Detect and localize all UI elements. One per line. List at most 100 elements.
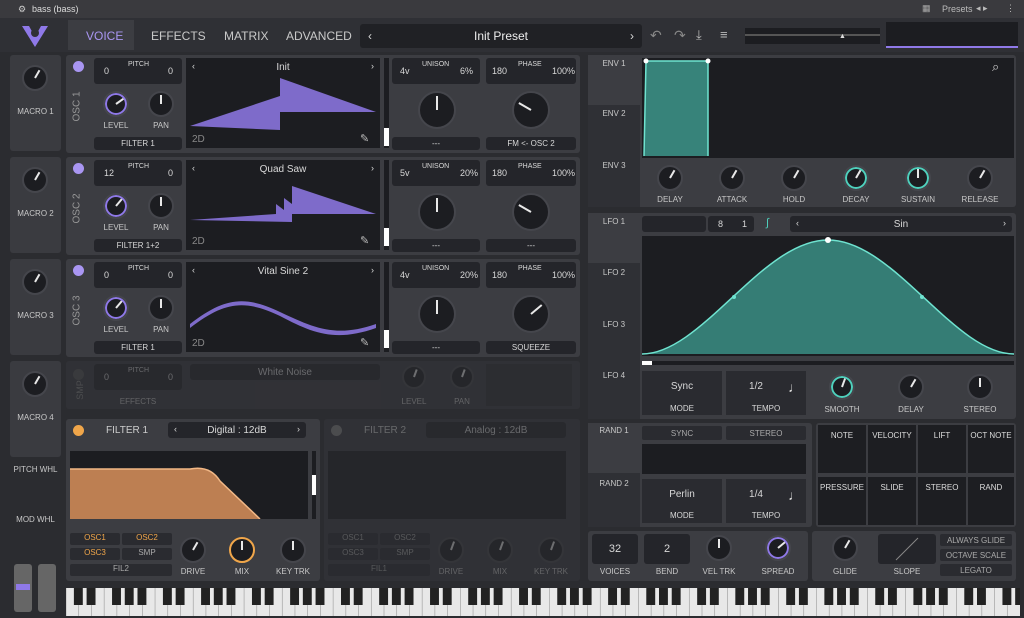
osc-2-route[interactable]: FILTER 1+2	[94, 239, 182, 252]
grid-icon[interactable]: ▦	[922, 3, 931, 14]
env-attack-knob[interactable]	[719, 165, 745, 191]
glide-knob[interactable]	[832, 535, 858, 561]
macro-3-knob[interactable]	[22, 269, 48, 295]
osc-2-toggle[interactable]	[73, 163, 84, 174]
filter-1-keytrk-knob[interactable]	[280, 537, 306, 563]
filter-1-scrollbar[interactable]	[312, 451, 316, 519]
lfo-grid-select[interactable]: 81	[708, 216, 754, 232]
preset-next-icon[interactable]: ›	[630, 29, 634, 43]
mod-wheel[interactable]	[38, 564, 56, 612]
osc-2-unison-select[interactable]: ---	[392, 239, 480, 252]
osc-2-level-knob[interactable]	[103, 193, 129, 219]
osc-3-wt-scroll[interactable]	[384, 262, 389, 352]
tab-lfo-3[interactable]: LFO 3	[588, 320, 640, 329]
save-icon[interactable]: ⤓	[696, 27, 702, 43]
osc-1-toggle[interactable]	[73, 61, 84, 72]
vel-trk-knob[interactable]	[706, 535, 732, 561]
rand-sync-button[interactable]: SYNC	[642, 426, 722, 440]
osc-2-phase-knob[interactable]	[512, 193, 550, 231]
filter-1-graph[interactable]	[70, 451, 308, 520]
osc-1-level-knob[interactable]	[103, 91, 129, 117]
keyboard[interactable]	[65, 588, 1024, 616]
tab-env-3[interactable]: ENV 3	[588, 161, 640, 170]
spread-knob[interactable]	[765, 535, 791, 561]
osc-1-pan-knob[interactable]	[148, 91, 174, 117]
osc-3-unison-select[interactable]: ---	[392, 341, 480, 354]
menu-icon[interactable]: ≡	[720, 27, 728, 42]
filter-1-type-select[interactable]: ‹ Digital : 12dB ›	[168, 422, 306, 438]
osc-1-route[interactable]: FILTER 1	[94, 137, 182, 150]
slope-graph[interactable]	[878, 534, 936, 564]
rand-stereo-button[interactable]: STEREO	[726, 426, 806, 440]
env-hold-knob[interactable]	[781, 165, 807, 191]
filter-2-graph[interactable]	[328, 451, 566, 519]
tab-rand-1[interactable]: RAND 1	[588, 426, 640, 435]
filter-1-fil2[interactable]: FIL2	[70, 564, 172, 576]
osc-3-phase-select[interactable]: SQUEEZE	[486, 341, 576, 354]
osc-2-wt-scroll[interactable]	[384, 160, 389, 250]
osc-1-unison-knob[interactable]	[418, 91, 456, 129]
pitch-wheel[interactable]	[14, 564, 32, 612]
osc-1-wavetable[interactable]: ‹ Init › 2D ✎	[186, 58, 380, 148]
lfo-shape-select[interactable]: ‹ Sin ›	[790, 216, 1012, 232]
osc-1-phase-select[interactable]: FM <- OSC 2	[486, 137, 576, 150]
rand-graph[interactable]	[642, 444, 806, 474]
filter-2-src-osc3[interactable]: OSC3	[328, 548, 378, 560]
env-decay-knob[interactable]	[843, 165, 869, 191]
filter-2-src-smp[interactable]: SMP	[380, 548, 430, 560]
tab-env-2[interactable]: ENV 2	[588, 109, 640, 118]
filter-1-mix-knob[interactable]	[229, 537, 255, 563]
lfo-stereo-knob[interactable]	[967, 374, 993, 400]
sampler-level-knob[interactable]	[402, 365, 426, 389]
lfo-paint-button[interactable]	[642, 216, 706, 232]
mod-source-velocity[interactable]: VELOCITY	[868, 425, 916, 473]
osc-2-pan-knob[interactable]	[148, 193, 174, 219]
env-release-knob[interactable]	[967, 165, 993, 191]
gear-icon[interactable]: ⚙	[18, 4, 26, 15]
filter-1-toggle[interactable]	[73, 425, 84, 436]
mod-source-stereo[interactable]: STEREO	[918, 477, 966, 525]
osc-3-level-knob[interactable]	[103, 295, 129, 321]
filter-1-src-osc1[interactable]: OSC1	[70, 533, 120, 545]
osc-3-unison-knob[interactable]	[418, 295, 456, 333]
osc-2-unison[interactable]: 5v UNISON 20%	[392, 160, 480, 186]
macro-4-knob[interactable]	[22, 371, 48, 397]
osc-3-unison[interactable]: 4v UNISON 20%	[392, 262, 480, 288]
filter-2-src-osc2[interactable]: OSC2	[380, 533, 430, 545]
voices-value[interactable]: 32	[592, 534, 638, 564]
mod-source-rand[interactable]: RAND	[968, 477, 1014, 525]
tab-matrix[interactable]: MATRIX	[224, 29, 268, 43]
filter-1-src-osc2[interactable]: OSC2	[122, 533, 172, 545]
filter-1-src-smp[interactable]: SMP	[122, 548, 172, 560]
filter-2-keytrk-knob[interactable]	[538, 537, 564, 563]
filter-2-toggle[interactable]	[331, 425, 342, 436]
preset-nav-icon[interactable]: ◂ ▸	[976, 3, 988, 14]
osc-2-unison-knob[interactable]	[418, 193, 456, 231]
sampler-pitch[interactable]: 0 PITCH 0	[94, 364, 182, 390]
macro-1[interactable]: MACRO 1	[10, 55, 61, 151]
lfo-scrollbar[interactable]	[642, 361, 1014, 365]
macro-4[interactable]: MACRO 4	[10, 361, 61, 457]
mod-source-note[interactable]: NOTE	[818, 425, 866, 473]
sampler-route[interactable]: EFFECTS	[94, 397, 182, 406]
osc-1-phase-knob[interactable]	[512, 91, 550, 129]
lfo-smooth-knob[interactable]	[829, 374, 855, 400]
filter-1-drive-knob[interactable]	[180, 537, 206, 563]
macro-1-knob[interactable]	[22, 65, 48, 91]
osc-2-pitch[interactable]: 12 PITCH 0	[94, 160, 182, 186]
tab-effects[interactable]: EFFECTS	[151, 29, 206, 43]
legato-button[interactable]: LEGATO	[940, 564, 1012, 576]
macro-3[interactable]: MACRO 3	[10, 259, 61, 355]
tab-rand-2[interactable]: RAND 2	[588, 479, 640, 488]
osc-3-phase-knob[interactable]	[512, 295, 550, 333]
rand-mode[interactable]: Perlin MODE	[642, 479, 722, 523]
osc-2-phase[interactable]: 180 PHASE 100%	[486, 160, 576, 186]
sampler-select[interactable]: White Noise	[190, 364, 380, 380]
sampler-pan-knob[interactable]	[450, 365, 474, 389]
env-sustain-knob[interactable]	[905, 165, 931, 191]
octave-scale-button[interactable]: OCTAVE SCALE	[940, 549, 1012, 561]
env-zoom-icon[interactable]: ⌕	[992, 59, 999, 75]
macro-2[interactable]: MACRO 2	[10, 157, 61, 253]
redo-icon[interactable]: ↷	[674, 27, 686, 44]
macro-2-knob[interactable]	[22, 167, 48, 193]
